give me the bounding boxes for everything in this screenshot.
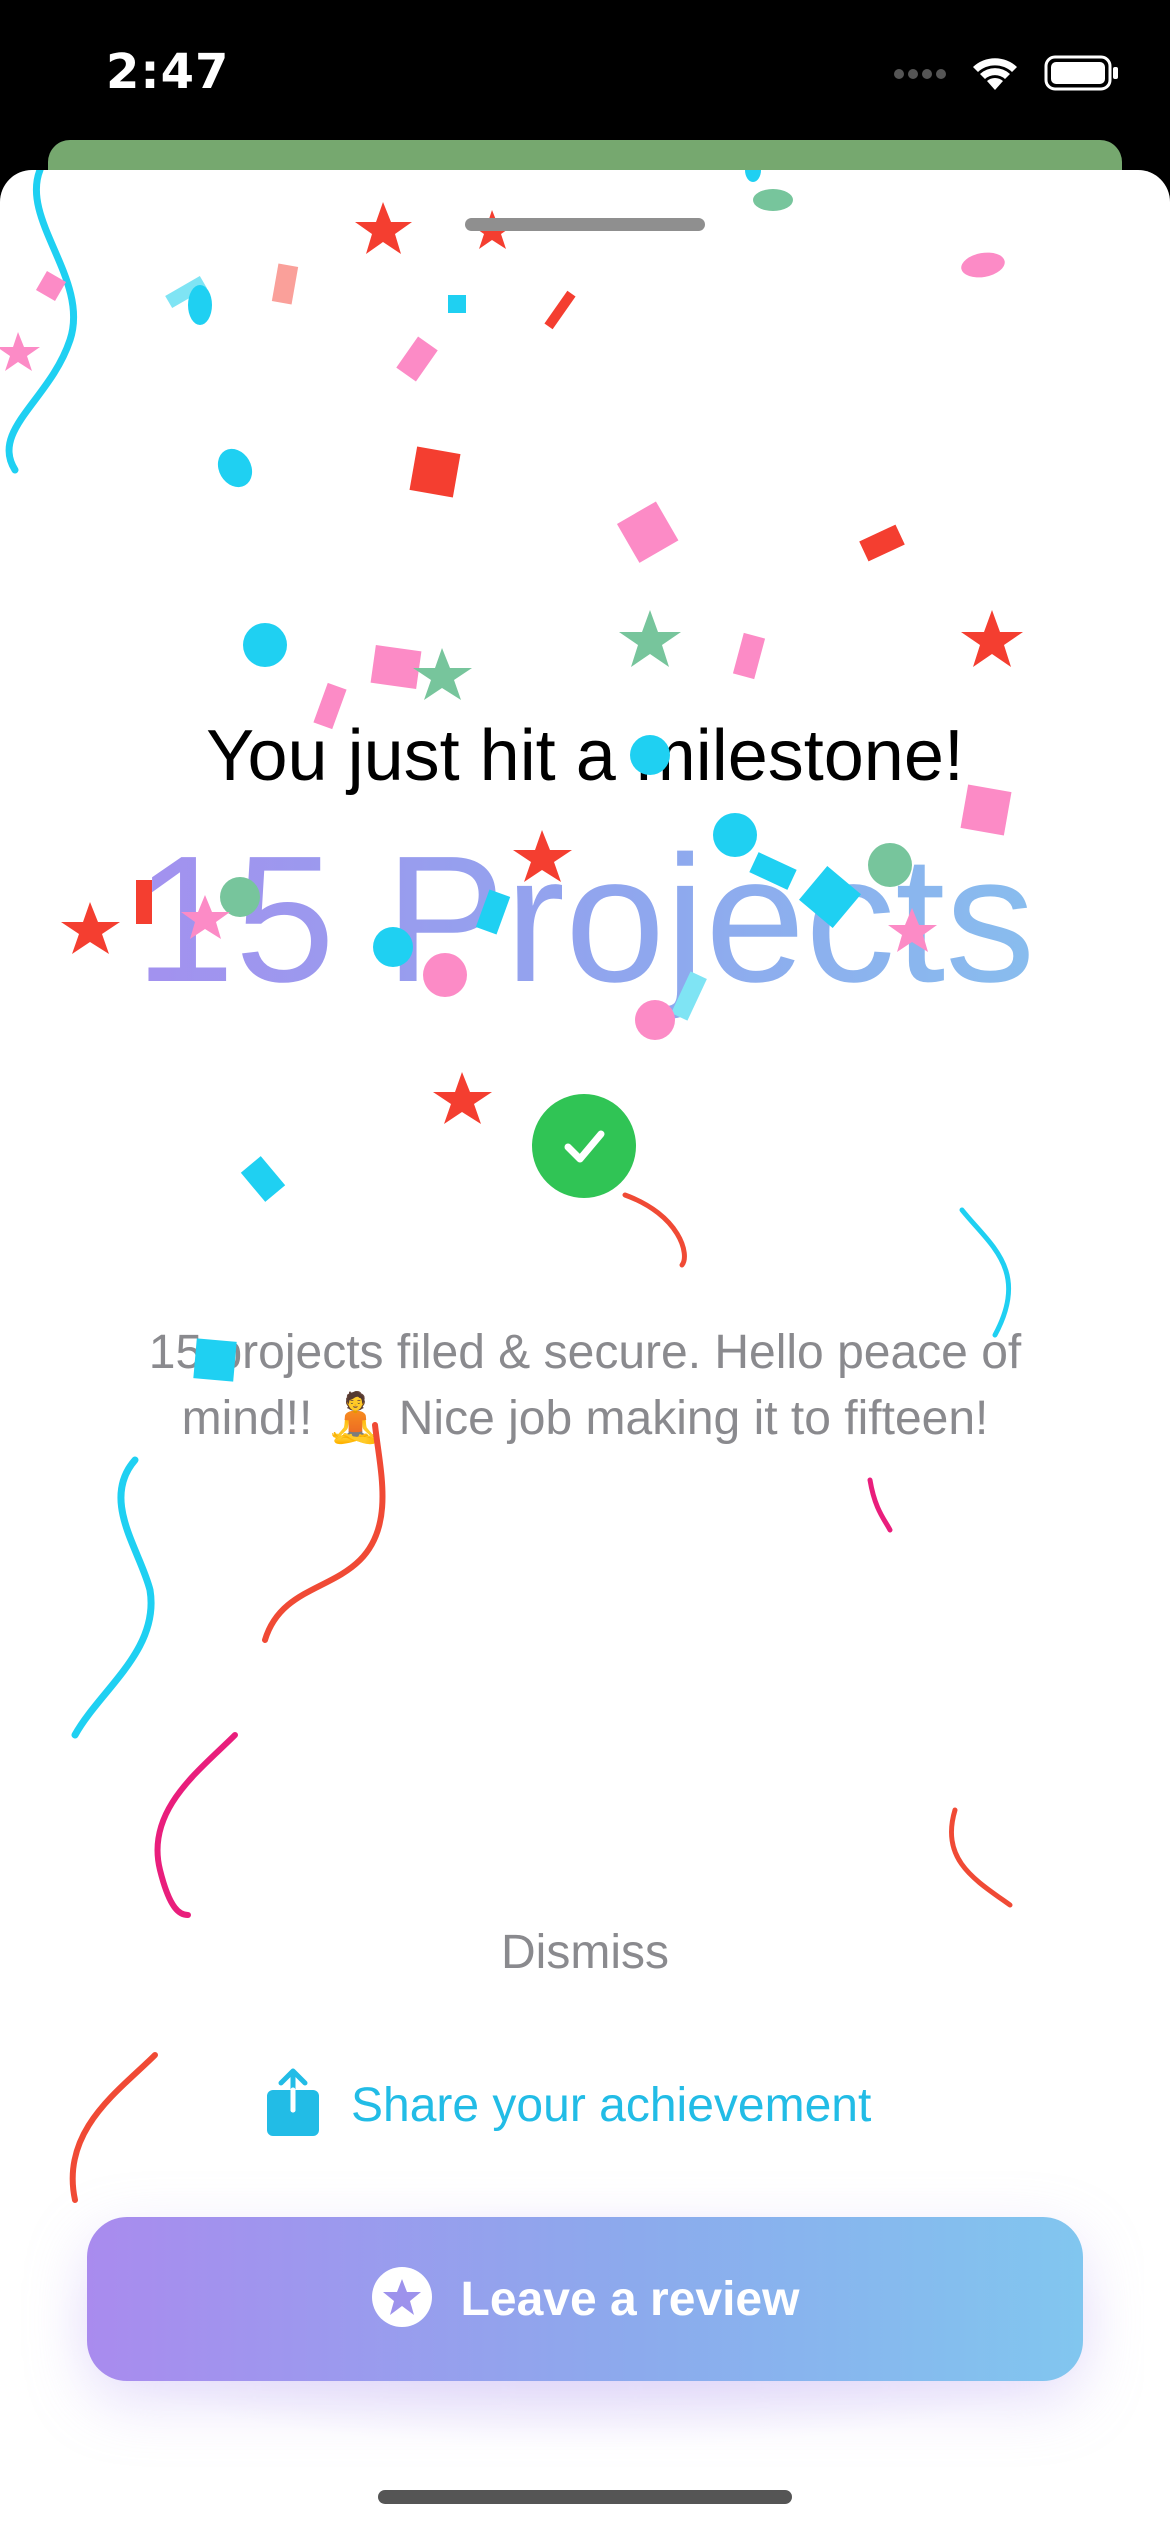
leave-review-button[interactable]: Leave a review <box>87 2217 1083 2381</box>
milestone-sheet: You just hit a milestone! 15 Projects 15… <box>0 170 1170 2532</box>
signal-dots-icon <box>894 67 946 85</box>
home-indicator <box>378 2490 792 2504</box>
share-label: Share your achievement <box>351 2078 872 2132</box>
dismiss-button[interactable]: Dismiss <box>0 1925 1170 1980</box>
status-icons <box>894 54 1120 97</box>
share-icon <box>265 2068 321 2143</box>
status-time: 2:47 <box>106 44 230 100</box>
milestone-count: 15 Projects <box>0 810 1170 1030</box>
milestone-description: 15 projects filed & secure. Hello peace … <box>148 1326 1022 1445</box>
share-achievement-button[interactable]: Share your achievement <box>265 2060 871 2150</box>
checkmark-circle-icon <box>532 1094 636 1198</box>
review-label: Leave a review <box>460 2272 800 2326</box>
status-bar: 2:47 <box>0 0 1170 150</box>
wifi-icon <box>970 54 1020 97</box>
sheet-grabber[interactable] <box>465 218 705 231</box>
battery-icon <box>1044 55 1120 96</box>
star-circle-icon <box>371 2266 433 2333</box>
milestone-headline: You just hit a milestone! <box>206 716 964 796</box>
